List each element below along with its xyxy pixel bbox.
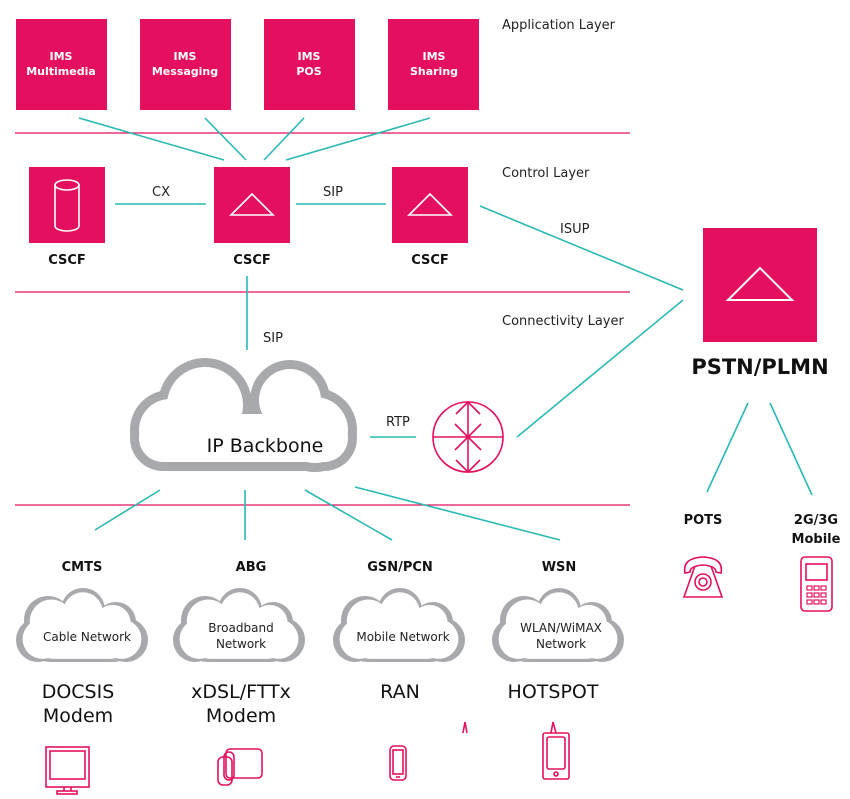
svg-text:Modem: Modem (206, 705, 276, 727)
ims-sharing-box[interactable]: IMS Sharing (388, 19, 479, 110)
svg-text:WLAN/WiMAX: WLAN/WiMAX (520, 621, 602, 635)
modem-icon (217, 748, 263, 786)
ims-architecture-diagram: Application Layer Control Layer Connecti… (15, 18, 841, 795)
svg-text:CSCF: CSCF (411, 253, 449, 268)
svg-text:PSTN/PLMN: PSTN/PLMN (691, 355, 828, 379)
svg-text:IMS: IMS (50, 50, 73, 63)
handheld-device-icon (462, 721, 570, 780)
ip-backbone-cloud[interactable]: IP Backbone (130, 358, 357, 472)
access-network-cable[interactable]: CMTS Cable Network DOCSIS Modem (16, 560, 148, 795)
svg-text:GSN/PCN: GSN/PCN (367, 560, 433, 575)
svg-text:POS: POS (296, 65, 321, 78)
mobile-label-2: Mobile (792, 532, 841, 547)
ims-messaging-box[interactable]: IMS Messaging (140, 19, 231, 110)
svg-text:IMS: IMS (174, 50, 197, 63)
access-network-broadband[interactable]: ABG Broadband Network xDSL/FTTx Modem (173, 560, 305, 786)
application-layer-label: Application Layer (502, 18, 616, 33)
svg-text:IMS: IMS (298, 50, 321, 63)
svg-text:IMS: IMS (423, 50, 446, 63)
sip-link-label: SIP (323, 185, 343, 200)
isup-link-label: ISUP (560, 222, 590, 237)
pots-label: POTS (684, 513, 723, 528)
svg-text:Network: Network (216, 637, 266, 651)
svg-text:ABG: ABG (236, 560, 267, 575)
svg-text:WSN: WSN (542, 560, 577, 575)
svg-text:Broadband: Broadband (208, 621, 273, 635)
svg-text:xDSL/FTTx: xDSL/FTTx (191, 681, 291, 703)
svg-text:CMTS: CMTS (62, 560, 103, 575)
svg-text:Mobile Network: Mobile Network (356, 630, 449, 644)
router-icon (432, 400, 504, 474)
mobile-label-1: 2G/3G (794, 513, 838, 528)
svg-text:DOCSIS: DOCSIS (42, 681, 115, 703)
cx-link-label: CX (152, 185, 170, 200)
svg-text:Messaging: Messaging (152, 65, 218, 78)
cscf-main-node[interactable]: CSCF (214, 167, 290, 268)
monitor-icon (45, 746, 90, 795)
ims-pos-box[interactable]: IMS POS (264, 19, 355, 110)
smartphone-icon (389, 745, 407, 781)
cscf-database-node[interactable]: CSCF (29, 167, 105, 268)
svg-text:RAN: RAN (380, 681, 420, 703)
connectivity-layer-label: Connectivity Layer (502, 314, 624, 329)
access-network-wlan[interactable]: WSN WLAN/WiMAX Network HOTSPOT (462, 560, 624, 780)
sip-vertical-label: SIP (263, 331, 283, 346)
cscf-right-node[interactable]: CSCF (392, 167, 468, 268)
svg-text:Multimedia: Multimedia (26, 65, 96, 78)
pstn-plmn-node[interactable]: PSTN/PLMN (691, 228, 829, 379)
mobile-phone-icon (800, 556, 833, 612)
svg-text:CSCF: CSCF (233, 253, 271, 268)
svg-text:CSCF: CSCF (48, 253, 86, 268)
telephone-icon (682, 556, 724, 598)
svg-text:HOTSPOT: HOTSPOT (508, 681, 599, 703)
control-layer-label: Control Layer (502, 166, 590, 181)
rtp-link-label: RTP (386, 415, 410, 430)
svg-text:Cable Network: Cable Network (43, 630, 131, 644)
svg-text:IP Backbone: IP Backbone (207, 435, 324, 457)
svg-text:Sharing: Sharing (410, 65, 458, 78)
svg-text:Network: Network (536, 637, 586, 651)
access-network-mobile[interactable]: GSN/PCN Mobile Network RAN (333, 560, 465, 781)
svg-text:Modem: Modem (43, 705, 113, 727)
ims-multimedia-box[interactable]: IMS Multimedia (16, 19, 107, 110)
